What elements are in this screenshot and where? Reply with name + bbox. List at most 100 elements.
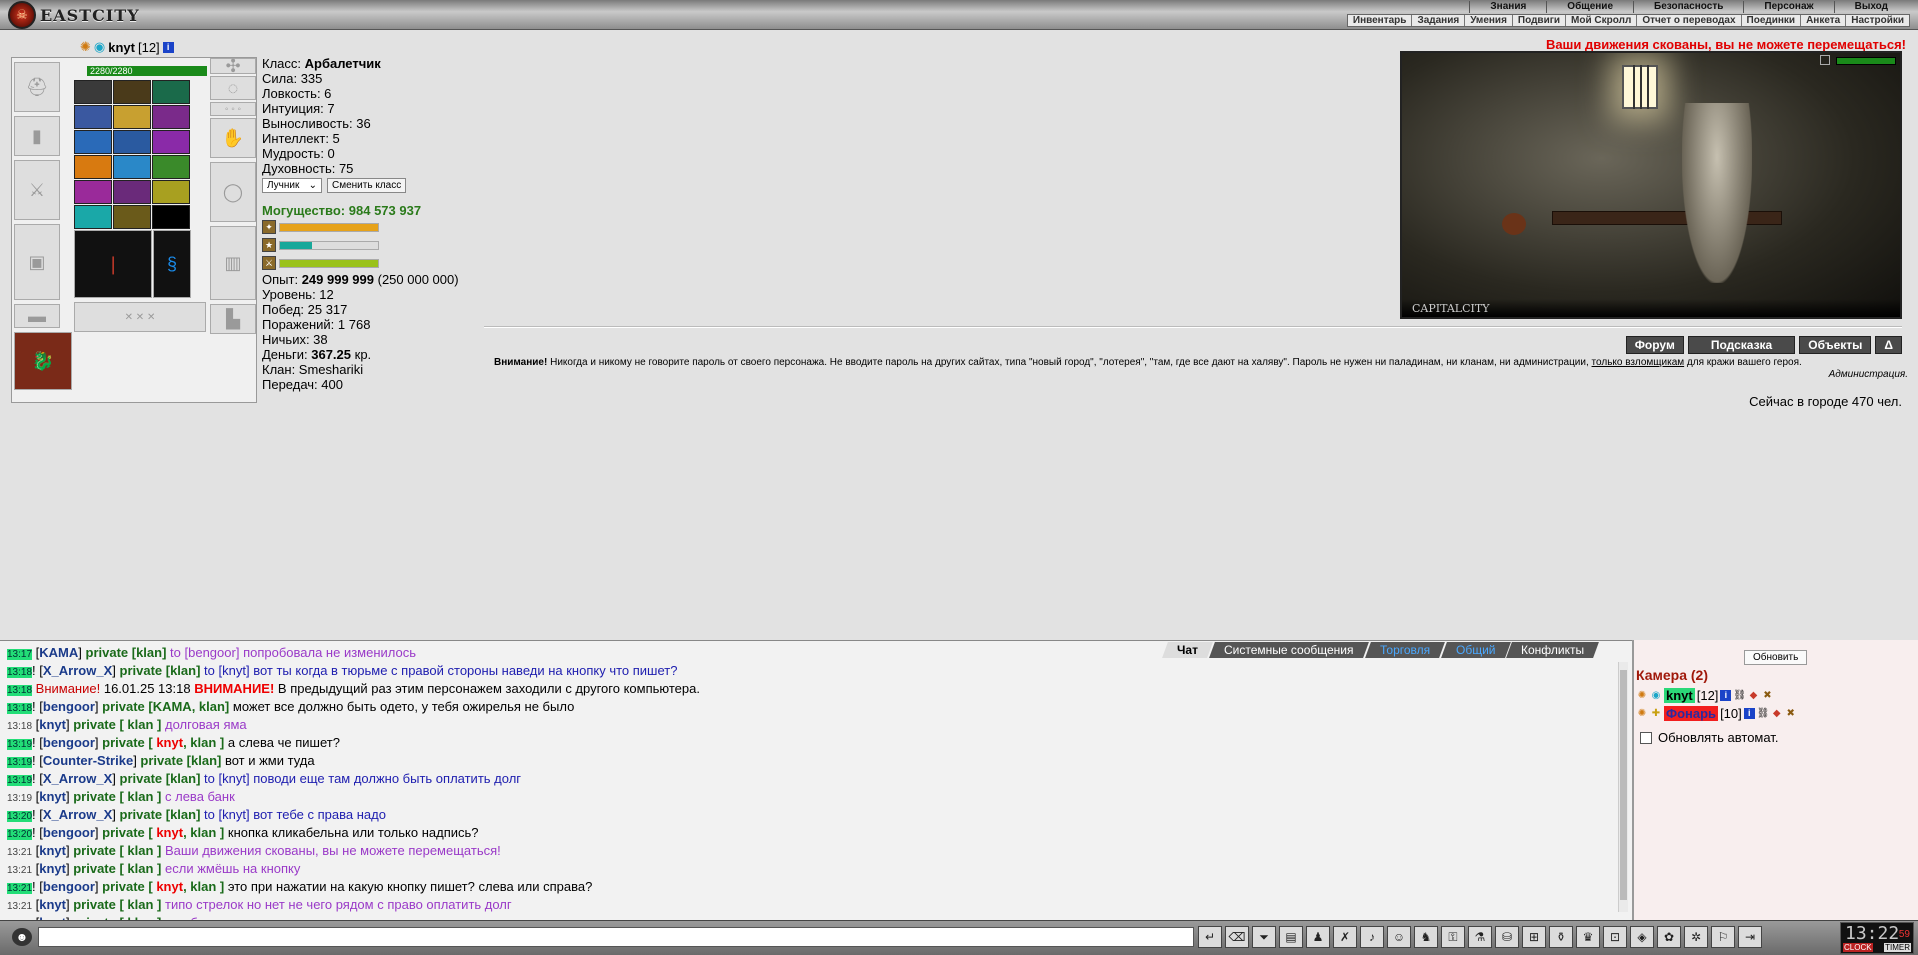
submenu-profile[interactable]: Анкета bbox=[1800, 15, 1845, 26]
refresh-button[interactable]: Обновить bbox=[1744, 650, 1808, 665]
submenu-achievements[interactable]: Подвиги bbox=[1511, 15, 1565, 26]
pet-slot[interactable]: 🐉 bbox=[14, 332, 72, 390]
scroll-thumb[interactable] bbox=[1620, 670, 1627, 900]
info-icon[interactable]: i bbox=[162, 41, 174, 53]
submenu-skills[interactable]: Умения bbox=[1464, 15, 1512, 26]
item-slot[interactable] bbox=[152, 155, 190, 179]
clan-war-icon[interactable]: ⚐ bbox=[1711, 926, 1735, 948]
sender-nick[interactable]: Counter-Strike bbox=[43, 753, 133, 768]
private-tag[interactable]: private [klan] bbox=[120, 771, 201, 786]
legs-slot[interactable]: ▥ bbox=[210, 226, 256, 300]
auto-refresh-checkbox[interactable] bbox=[1640, 731, 1652, 744]
timestamp[interactable]: 13:18 bbox=[7, 721, 32, 732]
map-icon[interactable] bbox=[1820, 55, 1830, 65]
filter-icon[interactable]: ⏷ bbox=[1252, 926, 1276, 948]
menu-knowledge[interactable]: Знания bbox=[1469, 1, 1546, 13]
shield-slot[interactable]: ◯ bbox=[210, 162, 256, 222]
horse-icon[interactable]: ♞ bbox=[1414, 926, 1438, 948]
sender-nick[interactable]: knyt bbox=[39, 717, 66, 732]
rings-slot[interactable]: ◦ ◦ ◦ bbox=[210, 102, 256, 116]
to-target[interactable]: to [knyt] bbox=[204, 771, 250, 786]
toggle-button[interactable]: Δ bbox=[1875, 336, 1902, 354]
timestamp[interactable]: 13:21 bbox=[7, 865, 32, 876]
sender-nick[interactable]: bengoor bbox=[43, 735, 95, 750]
item-slot[interactable] bbox=[152, 205, 190, 229]
menu-communication[interactable]: Общение bbox=[1546, 1, 1633, 13]
player-name[interactable]: knyt bbox=[1664, 688, 1695, 703]
private-tag[interactable]: private [ bbox=[102, 825, 153, 840]
timestamp[interactable]: 13:18 bbox=[7, 685, 33, 696]
private-tag[interactable]: private [ bbox=[102, 735, 153, 750]
private-tag[interactable]: private [ klan ] bbox=[73, 843, 161, 858]
logo[interactable]: ☠ EASTCITY bbox=[8, 1, 140, 29]
timestamp[interactable]: 13:21 bbox=[7, 847, 32, 858]
submenu-battles[interactable]: Поединки bbox=[1740, 15, 1801, 26]
sender-nick[interactable]: X_Arrow_X bbox=[43, 807, 112, 822]
objects-button[interactable]: Объекты bbox=[1799, 336, 1872, 354]
boots-slot[interactable]: ▙ bbox=[210, 304, 256, 334]
exit-icon[interactable]: ⇥ bbox=[1738, 926, 1762, 948]
sender-nick[interactable]: knyt bbox=[39, 789, 66, 804]
helmet-slot[interactable]: ⛑ bbox=[14, 62, 60, 112]
item-slot[interactable] bbox=[152, 180, 190, 204]
submenu-transfer-report[interactable]: Отчет о переводах bbox=[1636, 15, 1740, 26]
item-slot[interactable] bbox=[74, 155, 112, 179]
timestamp[interactable]: 13:21 bbox=[7, 883, 33, 894]
item-slot[interactable] bbox=[74, 180, 112, 204]
item-slot[interactable] bbox=[113, 180, 151, 204]
timestamp[interactable]: 13:19 bbox=[7, 757, 33, 768]
sender-nick[interactable]: bengoor bbox=[43, 879, 95, 894]
lock-icon[interactable]: ⚿ bbox=[1441, 926, 1465, 948]
auto-refresh-row[interactable]: Обновлять автомат. bbox=[1640, 730, 1778, 745]
weapon-slot[interactable]: ⚔ bbox=[14, 160, 60, 220]
armor-slot[interactable]: ▣ bbox=[14, 224, 60, 300]
recipient-nick[interactable]: knyt bbox=[156, 825, 183, 840]
info-icon[interactable]: i bbox=[1743, 708, 1755, 719]
quiver-slot[interactable]: § bbox=[153, 230, 191, 298]
sender-nick[interactable]: X_Arrow_X bbox=[43, 663, 112, 678]
bracers-slot[interactable]: ▮ bbox=[14, 116, 60, 156]
eraser-icon[interactable]: ⌫ bbox=[1225, 926, 1249, 948]
belt-slot[interactable]: ▬ bbox=[14, 304, 60, 328]
submenu-inventory[interactable]: Инвентарь bbox=[1348, 15, 1412, 26]
no-pm-icon[interactable]: ✗ bbox=[1333, 926, 1357, 948]
sender-nick[interactable]: knyt bbox=[39, 861, 66, 876]
menu-exit[interactable]: Выход bbox=[1833, 1, 1908, 13]
thieves-link[interactable]: только взломщикам bbox=[1592, 357, 1685, 368]
timestamp[interactable]: 13:20 bbox=[7, 811, 33, 822]
attack-icon[interactable]: ✖ bbox=[1785, 708, 1797, 720]
book-icon[interactable]: ⊡ bbox=[1603, 926, 1627, 948]
submenu-settings[interactable]: Настройки bbox=[1845, 15, 1909, 26]
timestamp[interactable]: 13:17 bbox=[7, 649, 33, 660]
sender-nick[interactable]: knyt bbox=[39, 843, 66, 858]
timestamp[interactable]: 13:21 bbox=[7, 901, 32, 912]
amulet-slot[interactable]: ✣ bbox=[210, 56, 256, 76]
item-slot[interactable] bbox=[152, 80, 190, 104]
info-icon[interactable]: i bbox=[1720, 690, 1732, 701]
menu-character[interactable]: Персонаж bbox=[1743, 1, 1833, 13]
private-tag[interactable]: private [ bbox=[102, 879, 153, 894]
item-slot[interactable] bbox=[113, 155, 151, 179]
submenu-quests[interactable]: Задания bbox=[1411, 15, 1464, 26]
class-select[interactable]: Лучник ⌄ bbox=[262, 178, 322, 193]
timestamp[interactable]: 13:20 bbox=[7, 829, 33, 840]
item-slot[interactable] bbox=[74, 205, 112, 229]
private-tag[interactable]: private [ klan ] bbox=[73, 717, 161, 732]
bow-slot[interactable]: ❘ bbox=[74, 230, 152, 298]
clock-label[interactable]: CLOCK bbox=[1843, 943, 1873, 952]
item-slot[interactable] bbox=[152, 105, 190, 129]
recipient-nick[interactable]: knyt bbox=[156, 879, 183, 894]
timer-label[interactable]: TIMER bbox=[1884, 943, 1911, 952]
sender-nick[interactable]: knyt bbox=[39, 897, 66, 912]
spider-icon[interactable]: ✲ bbox=[1684, 926, 1708, 948]
item-slot[interactable] bbox=[152, 130, 190, 154]
private-tag[interactable]: private [ klan ] bbox=[73, 789, 161, 804]
item-slot[interactable] bbox=[74, 130, 112, 154]
change-class-button[interactable]: Сменить класс bbox=[327, 178, 407, 193]
private-tag[interactable]: private [klan] bbox=[120, 807, 201, 822]
forum-button[interactable]: Форум bbox=[1625, 336, 1684, 354]
to-target[interactable]: to [bengoor] bbox=[170, 645, 239, 660]
private-tag[interactable]: private [klan] bbox=[140, 753, 221, 768]
menu-security[interactable]: Безопасность bbox=[1633, 1, 1743, 13]
item-slot[interactable] bbox=[113, 130, 151, 154]
